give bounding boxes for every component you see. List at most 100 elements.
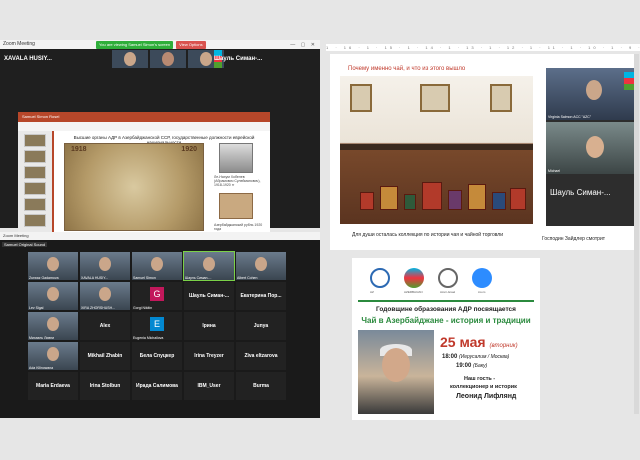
video-tile-michael[interactable]: Michael bbox=[546, 122, 638, 174]
portrait-photo bbox=[219, 143, 253, 173]
banknote-caption: Азербайджанский рубль 1920 года bbox=[214, 223, 263, 231]
participant-tile[interactable]: Михаэль Ливни bbox=[28, 312, 78, 340]
caption-left: Для души осталась коллекция по истории ч… bbox=[352, 232, 504, 238]
participant-face bbox=[99, 287, 111, 301]
strip-tile[interactable] bbox=[112, 50, 148, 68]
participant-name: Eugenia Michailova bbox=[133, 336, 164, 340]
participant-tile[interactable]: Albert Cohen bbox=[236, 252, 286, 280]
active-speaker-name: Шауль Симан-... bbox=[550, 188, 611, 197]
strip-name-right: Шауль Симан-... bbox=[214, 56, 263, 62]
participant-name: Lev Sigal bbox=[29, 306, 44, 310]
zoom-share-window: Zoom Meeting You are viewing Samuel Simo… bbox=[0, 40, 320, 264]
participant-tile[interactable]: Junya bbox=[236, 312, 286, 340]
participant-name: Mikhail Zhabin bbox=[87, 353, 123, 359]
zoom-gallery-window: Zoom Meeting Samuel Original Sound Zurwa… bbox=[0, 232, 320, 418]
window-controls[interactable]: — ▢ ✕ bbox=[290, 41, 317, 50]
participant-tile[interactable]: Mikhail Zhabin bbox=[80, 342, 130, 370]
azerbaijan-flag-icon bbox=[624, 72, 634, 90]
document-ruler: 1 · 16 · 1 · 15 · 1 · 14 · 1 · 13 · 1 · … bbox=[326, 44, 640, 51]
document-scrollbar[interactable] bbox=[634, 54, 639, 414]
participant-name: Maria Erdaeva bbox=[36, 383, 70, 389]
slide-thumb[interactable] bbox=[24, 182, 46, 195]
participant-tile[interactable]: Irina Stolbun bbox=[80, 372, 130, 400]
participant-name: IBM_User bbox=[197, 383, 221, 389]
participant-tile[interactable]: IBM_User bbox=[184, 372, 234, 400]
slide-thumb[interactable] bbox=[24, 166, 46, 179]
participant-face bbox=[151, 257, 163, 271]
participant-tile[interactable]: Lev Sigal bbox=[28, 282, 78, 310]
participant-name: XIRA ZHORSHUSH... bbox=[81, 306, 116, 310]
logo-caption: Azeri-Israel bbox=[440, 290, 456, 294]
participant-name: Шауль Симан-... bbox=[188, 293, 230, 299]
event-date: 25 мая (вторник) bbox=[440, 334, 518, 350]
video-strip bbox=[112, 50, 224, 68]
participant-tile[interactable]: Ірина bbox=[184, 312, 234, 340]
logo-caption: zoom bbox=[478, 290, 486, 294]
event-time-baku: 19:00 (Баку) bbox=[456, 363, 488, 369]
strip-tile[interactable] bbox=[150, 50, 186, 68]
participant-tile[interactable]: E Eugenia Michailova bbox=[132, 312, 182, 340]
participant-tile[interactable]: Шауль Симан-... bbox=[184, 282, 234, 310]
slide-thumbnails[interactable] bbox=[18, 131, 52, 242]
guest-name: Леонид Лифлянд bbox=[456, 393, 517, 400]
participant-tile[interactable]: Ada Kilinowana bbox=[28, 342, 78, 370]
guest-photo bbox=[358, 330, 434, 414]
participant-tile[interactable]: Alex bbox=[80, 312, 130, 340]
participant-name: Бела Спуцкер bbox=[139, 353, 175, 359]
participant-name: Irina Treyzer bbox=[194, 353, 224, 359]
participant-tile[interactable]: Irina Treyzer bbox=[184, 342, 234, 370]
participant-tile[interactable]: Ирада Салимова bbox=[132, 372, 182, 400]
participant-face bbox=[47, 257, 59, 271]
participant-tile[interactable]: Бела Спуцкер bbox=[132, 342, 182, 370]
logo-caption: AZ bbox=[370, 290, 374, 294]
tea-collection-photo bbox=[340, 76, 533, 224]
heart-flag-logo-icon bbox=[404, 268, 424, 288]
photo-year-right: 1920 bbox=[181, 146, 197, 153]
slide-thumb[interactable] bbox=[24, 134, 46, 147]
participant-tile[interactable]: Екатерина Пор... bbox=[236, 282, 286, 310]
star-logo-icon bbox=[370, 268, 390, 288]
page-heading: Почему именно чай, и что из этого вышло bbox=[348, 66, 466, 72]
participant-avatar: E bbox=[150, 317, 164, 331]
gallery-titlebar: Zoom Meeting bbox=[0, 232, 320, 240]
slide-thumb[interactable] bbox=[24, 150, 46, 163]
participant-tile[interactable]: Шауль Симан-... bbox=[183, 251, 235, 281]
participant-tile[interactable]: XAVALA HUSIY... bbox=[80, 252, 130, 280]
participant-face bbox=[47, 317, 59, 331]
view-options-button[interactable]: View Options bbox=[176, 41, 206, 49]
ppt-ribbon[interactable] bbox=[18, 122, 270, 131]
slide-thumb[interactable] bbox=[24, 214, 46, 227]
participant-name: Junya bbox=[253, 323, 269, 329]
participant-tile[interactable]: Maria Erdaeva bbox=[28, 372, 78, 400]
participant-tile[interactable]: G Gorgi Nikitin bbox=[132, 282, 182, 310]
guest-line-1: Наш гость - bbox=[464, 376, 496, 382]
guest-line-2: коллекционер и историк bbox=[450, 384, 517, 390]
participant-avatar: G bbox=[150, 287, 164, 301]
slide-thumb[interactable] bbox=[24, 198, 46, 211]
zoom-logo-icon bbox=[472, 268, 492, 288]
participant-face bbox=[255, 257, 267, 271]
video-tile-virginia[interactable]: Virginia Salmon ACC "AZC" bbox=[546, 68, 638, 120]
participant-name: Irina Stolbun bbox=[89, 383, 121, 389]
participant-name: Шауль Симан-... bbox=[185, 276, 212, 280]
participant-tile[interactable]: Samuel Simon bbox=[132, 252, 182, 280]
emblem-logo-icon bbox=[438, 268, 458, 288]
participant-tile[interactable]: Zurwaz Gadamova bbox=[28, 252, 78, 280]
participant-tile[interactable]: Ziva eltzarova bbox=[236, 342, 286, 370]
participant-name: Ada Kilinowana bbox=[29, 366, 54, 370]
participant-tile[interactable]: Burma bbox=[236, 372, 286, 400]
participant-face bbox=[99, 257, 111, 271]
event-poster: AZ AZERBAIJAN Azeri-Israel zoom Годовщин… bbox=[352, 258, 540, 420]
participant-name: Михаэль Ливни bbox=[29, 336, 55, 340]
participant-name: Ірина bbox=[202, 323, 216, 329]
participant-face bbox=[47, 287, 59, 301]
participant-tile[interactable]: XIRA ZHORSHUSH... bbox=[80, 282, 130, 310]
poster-dedication: Годовщине образования АДР посвящается bbox=[376, 306, 516, 313]
participant-name: Burma bbox=[253, 383, 269, 389]
poster-title: Чай в Азербайджане - история и традиции bbox=[361, 316, 531, 325]
logo-caption: AZERBAIJAN bbox=[404, 290, 423, 294]
original-sound-button[interactable]: Samuel Original Sound bbox=[2, 242, 48, 247]
caption-right: Господин Зайдлер смотрит bbox=[542, 236, 606, 242]
ppt-titlebar: Samuel Simon Rosel bbox=[18, 112, 270, 122]
poster-divider bbox=[358, 300, 534, 302]
